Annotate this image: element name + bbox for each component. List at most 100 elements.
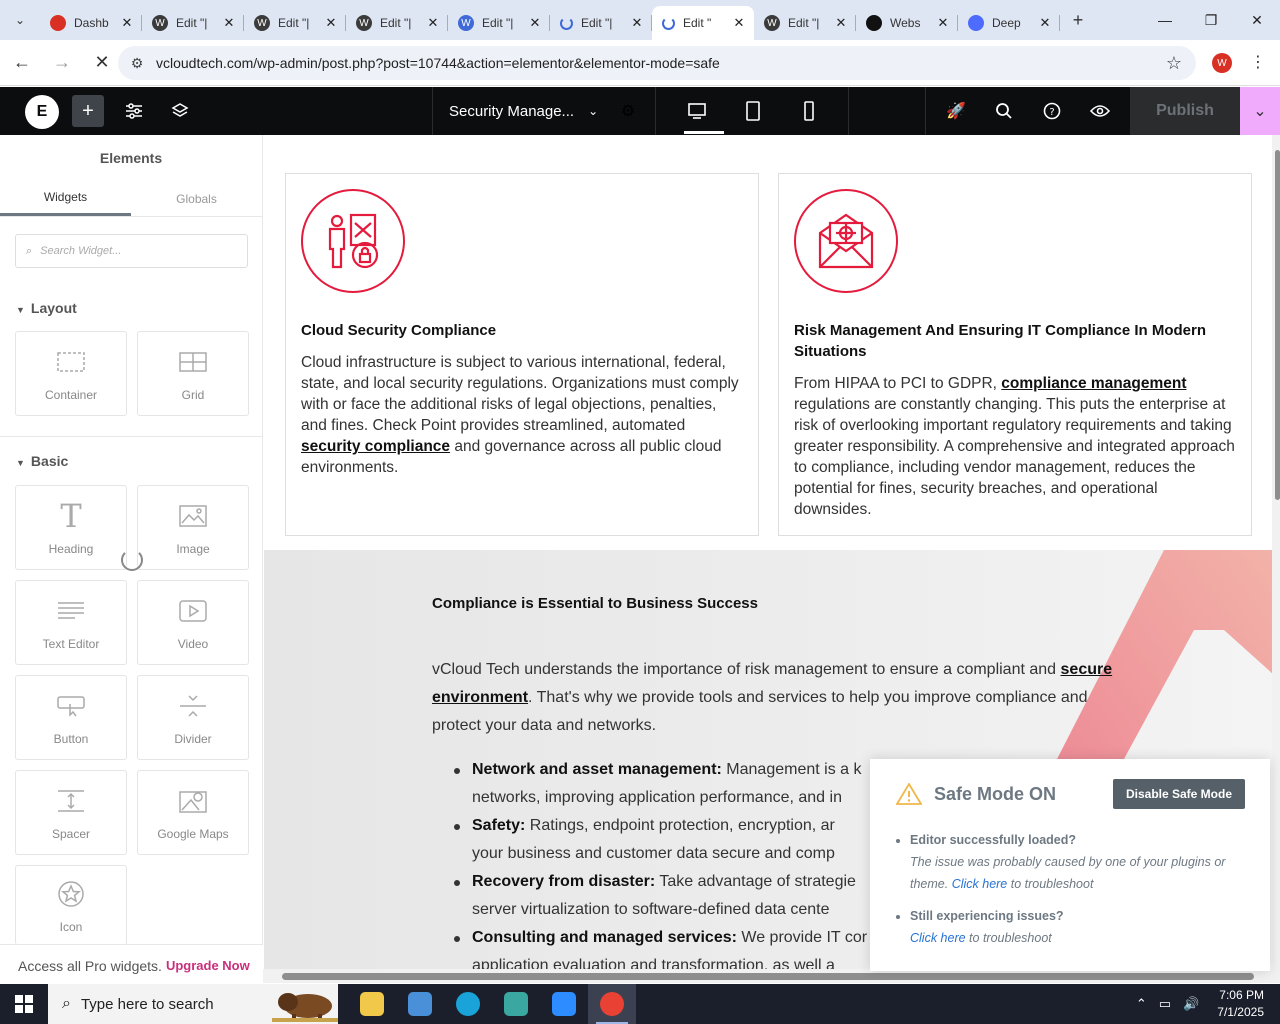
star-icon xyxy=(57,878,85,910)
tab-close-icon[interactable]: ✕ xyxy=(732,15,746,31)
section-basic-toggle[interactable]: ▼ Basic xyxy=(16,453,68,469)
mobile-view-icon[interactable] xyxy=(791,87,827,135)
publish-button[interactable]: Publish xyxy=(1130,87,1240,135)
new-tab-button[interactable]: + xyxy=(1060,10,1096,31)
help-icon[interactable]: ? xyxy=(1034,87,1070,135)
network-icon[interactable]: ▭ xyxy=(1159,996,1171,1012)
desktop-view-icon[interactable] xyxy=(679,87,715,135)
finder-search-icon[interactable] xyxy=(986,87,1022,135)
taskbar-app-app-bird[interactable] xyxy=(396,984,444,1024)
horizontal-scroll-thumb[interactable] xyxy=(282,973,1254,980)
caret-down-icon: ▼ xyxy=(16,305,25,315)
widget-spacer[interactable]: Spacer xyxy=(15,770,127,855)
search-widget-input[interactable]: ⌕ Search Widget... xyxy=(15,234,248,268)
widget-label: Heading xyxy=(48,541,94,556)
chevron-up-icon[interactable]: ⌃ xyxy=(1136,996,1147,1012)
disable-safe-mode-button[interactable]: Disable Safe Mode xyxy=(1113,779,1245,809)
browser-tab[interactable]: W Edit "| ✕ xyxy=(142,6,244,40)
browser-tab[interactable]: W Edit "| ✕ xyxy=(754,6,856,40)
tab-search-menu[interactable]: ⌄ xyxy=(0,0,40,40)
compliance-management-link[interactable]: compliance management xyxy=(1001,375,1186,392)
security-compliance-link[interactable]: security compliance xyxy=(301,438,450,455)
tab-close-icon[interactable]: ✕ xyxy=(426,15,440,31)
url-text[interactable]: vcloudtech.com/wp-admin/post.php?post=10… xyxy=(156,55,720,71)
troubleshoot-link[interactable]: Click here xyxy=(952,877,1008,891)
troubleshoot-link[interactable]: Click here xyxy=(910,931,966,945)
preview-eye-icon[interactable] xyxy=(1082,87,1118,135)
profile-avatar[interactable]: W xyxy=(1212,53,1232,73)
windows-start-icon[interactable] xyxy=(0,984,48,1024)
widget-text-editor[interactable]: Text Editor xyxy=(15,580,127,665)
browser-tab[interactable]: Webs ✕ xyxy=(856,6,958,40)
widget-image[interactable]: Image xyxy=(137,485,249,570)
divider-icon xyxy=(179,690,207,722)
widget-heading[interactable]: T Heading xyxy=(15,485,127,570)
add-element-button[interactable]: + xyxy=(72,95,104,127)
widget-icon[interactable]: Icon xyxy=(15,865,127,945)
clock[interactable]: 7:06 PM 7/1/2025 xyxy=(1217,987,1264,1021)
widget-container[interactable]: Container xyxy=(15,331,127,416)
browser-tab[interactable]: Dashb ✕ xyxy=(40,6,142,40)
widget-divider[interactable]: Divider xyxy=(137,675,249,760)
site-settings-icon[interactable]: ⚙ xyxy=(118,55,156,72)
loading-icon xyxy=(560,16,573,30)
notifications-rocket-icon[interactable]: 🚀 xyxy=(938,87,974,135)
widget-video[interactable]: Video xyxy=(137,580,249,665)
back-arrow-icon[interactable]: ← xyxy=(4,45,40,81)
taskbar-app-chrome[interactable] xyxy=(588,984,636,1024)
tab-close-icon[interactable]: ✕ xyxy=(120,15,134,31)
taskbar-app-zoom[interactable] xyxy=(540,984,588,1024)
close-window-icon[interactable]: ✕ xyxy=(1234,0,1280,40)
caret-down-icon: ▼ xyxy=(16,458,25,468)
site-settings-sliders-icon[interactable] xyxy=(116,87,152,135)
svg-text:?: ? xyxy=(1049,107,1054,118)
browser-menu-icon[interactable]: ⋮ xyxy=(1250,52,1266,72)
structure-layers-icon[interactable] xyxy=(162,87,198,135)
browser-tab[interactable]: Deep ✕ xyxy=(958,6,1060,40)
browser-tab[interactable]: Edit "| ✕ xyxy=(550,6,652,40)
tab-globals[interactable]: Globals xyxy=(131,181,262,216)
tablet-view-icon[interactable] xyxy=(735,87,771,135)
tab-close-icon[interactable]: ✕ xyxy=(222,15,236,31)
widget-google-maps[interactable]: Google Maps xyxy=(137,770,249,855)
section-layout-toggle[interactable]: ▼ Layout xyxy=(16,300,77,316)
vertical-scroll-thumb[interactable] xyxy=(1275,150,1280,500)
browser-tab[interactable]: Edit " ✕ xyxy=(652,6,754,40)
tab-close-icon[interactable]: ✕ xyxy=(528,15,542,31)
icon-box-risk-management[interactable]: Risk Management And Ensuring IT Complian… xyxy=(778,173,1252,536)
publish-options-chevron-icon[interactable]: ⌄ xyxy=(1240,87,1280,135)
volume-icon[interactable]: 🔊 xyxy=(1183,996,1199,1012)
taskbar-search-box[interactable]: ⌕ Type here to search xyxy=(48,984,338,1024)
omnibox[interactable]: ⚙ vcloudtech.com/wp-admin/post.php?post=… xyxy=(118,46,1196,80)
taskbar-app-app-diamond[interactable] xyxy=(492,984,540,1024)
question: Still experiencing issues? xyxy=(910,909,1064,923)
restore-icon[interactable]: ❐ xyxy=(1188,0,1234,40)
email-virus-icon xyxy=(794,189,898,293)
forward-arrow-icon[interactable]: → xyxy=(44,45,80,81)
browser-tab[interactable]: W Edit "| ✕ xyxy=(346,6,448,40)
tab-close-icon[interactable]: ✕ xyxy=(630,15,644,31)
tab-close-icon[interactable]: ✕ xyxy=(834,15,848,31)
wordpress-icon: W xyxy=(152,15,168,31)
safe-mode-notice: Safe Mode ON Disable Safe Mode Editor su… xyxy=(870,759,1270,971)
tab-close-icon[interactable]: ✕ xyxy=(324,15,338,31)
windows-taskbar: ⌕ Type here to search ⌃ ▭ 🔊 7:06 PM 7/1/… xyxy=(0,984,1280,1024)
widget-button[interactable]: Button xyxy=(15,675,127,760)
stop-loading-icon[interactable]: ✕ xyxy=(84,45,120,81)
divider xyxy=(848,87,849,135)
elementor-logo-icon[interactable]: E xyxy=(25,95,59,129)
tab-close-icon[interactable]: ✕ xyxy=(1038,15,1052,31)
browser-tab[interactable]: W Edit "| ✕ xyxy=(448,6,550,40)
minimize-icon[interactable]: — xyxy=(1142,0,1188,40)
icon-box-cloud-security[interactable]: Cloud Security Compliance Cloud infrastr… xyxy=(285,173,759,536)
upgrade-now-link[interactable]: Upgrade Now xyxy=(166,958,250,973)
bookmark-star-icon[interactable]: ☆ xyxy=(1166,53,1182,74)
taskbar-app-edge[interactable] xyxy=(444,984,492,1024)
browser-tab[interactable]: W Edit "| ✕ xyxy=(244,6,346,40)
tab-widgets[interactable]: Widgets xyxy=(0,181,131,216)
item-label: Network and asset management: xyxy=(472,761,722,778)
taskbar-app-file-explorer[interactable] xyxy=(348,984,396,1024)
widget-grid[interactable]: Grid xyxy=(137,331,249,416)
page-settings-gear-icon[interactable]: ⚙ xyxy=(610,87,646,135)
tab-close-icon[interactable]: ✕ xyxy=(936,15,950,31)
